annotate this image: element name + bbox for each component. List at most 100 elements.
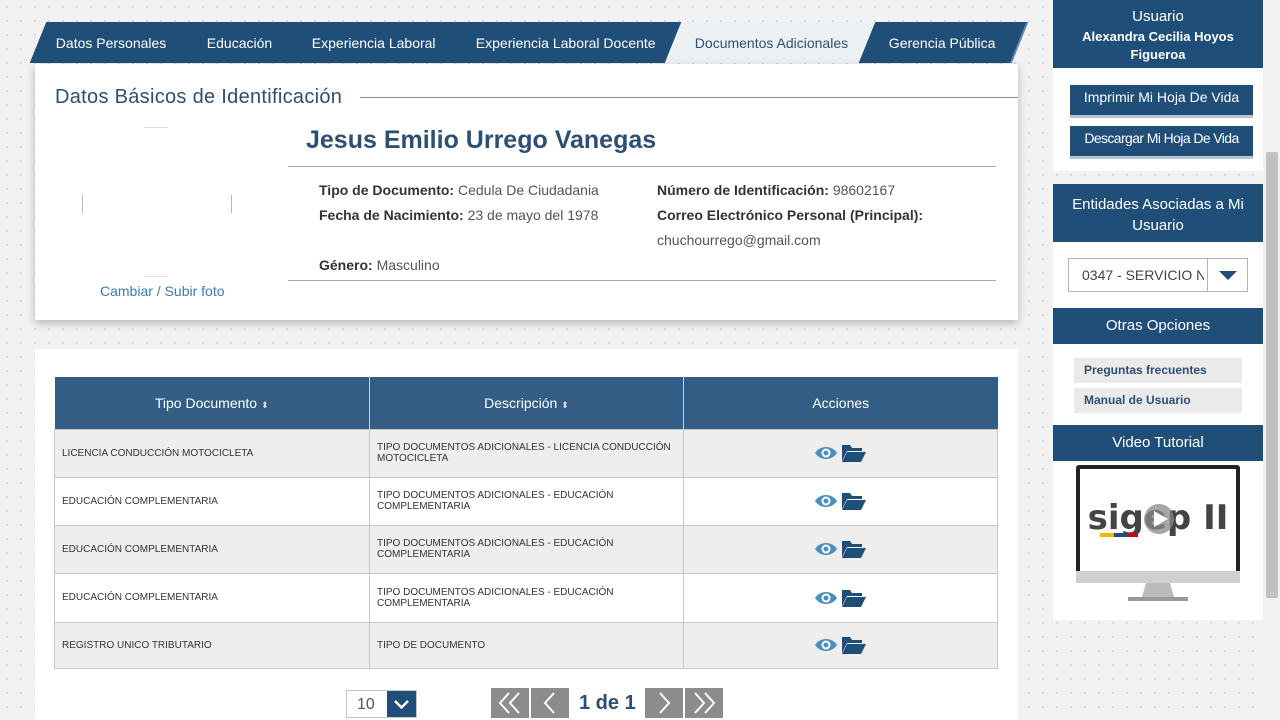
page-size-select[interactable]: 10 [346,690,417,718]
folder-open-icon[interactable] [841,635,867,655]
gender-field: Género: Masculino [319,257,440,273]
table-row: EDUCACIÓN COMPLEMENTARIA TIPO DOCUMENTOS… [54,476,998,526]
field-value: 98602167 [832,182,896,198]
page-scrollbar[interactable] [1264,0,1280,720]
divider [288,280,996,281]
birth-date-field: Fecha de Nacimiento: 23 de mayo del 1978 [319,207,598,223]
photo-edge [144,127,168,128]
eye-icon[interactable] [814,445,838,461]
entity-dropdown-button[interactable] [1207,259,1247,291]
folder-open-icon[interactable] [841,539,867,559]
tab-experiencia-laboral[interactable]: Experiencia Laboral [281,22,468,63]
field-label: Tipo de Documento: [319,182,455,198]
user-label: Usuario [1132,8,1184,25]
cell-descripcion: TIPO DOCUMENTOS ADICIONALES - EDUCACIÓN … [369,524,684,574]
page-info: 1 de 1 [579,692,636,714]
tab-label: Datos Personales [56,34,167,51]
profile-photo [82,127,232,277]
eye-icon[interactable] [814,637,838,653]
cell-actions [683,621,998,669]
prev-page-button[interactable] [531,688,569,718]
tab-datos-personales[interactable]: Datos Personales [29,22,199,63]
sidebar: Usuario Alexandra Cecilia Hoyos Figueroa… [1053,0,1263,720]
double-chevron-right-icon [694,692,716,714]
video-tutorial-header: Video Tutorial [1053,425,1263,461]
cell-descripcion: TIPO DOCUMENTOS ADICIONALES - EDUCACIÓN … [369,572,684,623]
monitor-illustration: sigep II [1076,465,1240,601]
field-label: Género: [319,257,373,273]
email-field-label: Correo Electrónico Personal (Principal): [657,207,923,223]
header-label: Acciones [812,394,870,411]
last-page-button[interactable] [685,688,723,718]
eye-icon[interactable] [814,541,838,557]
section-title: Datos Básicos de Identificación [55,86,349,109]
table-row: REGISTRO UNICO TRIBUTARIO TIPO DE DOCUME… [54,621,998,669]
chevron-down-icon [394,700,409,710]
cell-tipo: EDUCACIÓN COMPLEMENTARIA [54,572,370,623]
table-row: LICENCIA CONDUCCIÓN MOTOCICLETA TIPO DOC… [54,428,998,478]
user-name: Alexandra Cecilia Hoyos Figueroa [1082,29,1234,62]
entity-selected-value: 0347 - SERVICIO NACIONAL [1082,267,1204,283]
tab-documentos-adicionales[interactable]: Documentos Adicionales [665,22,882,63]
divider [288,166,996,167]
tab-label: Educación [206,34,272,51]
field-label: Fecha de Nacimiento: [319,207,464,223]
cell-descripcion: TIPO DE DOCUMENTO [369,621,684,669]
sort-icon[interactable]: ⬍ [561,400,569,410]
email-field-value: chuchourrego@gmail.com [657,232,821,248]
cell-descripcion: TIPO DOCUMENTOS ADICIONALES - EDUCACIÓN … [369,476,684,526]
first-page-button[interactable] [491,688,529,718]
tab-gerencia-publica[interactable]: Gerencia Pública [858,22,1028,63]
entity-select[interactable]: 0347 - SERVICIO NACIONAL [1068,258,1248,292]
tab-label: Experiencia Laboral Docente [475,34,656,51]
page-size-dropdown-button[interactable] [387,691,416,717]
download-cv-button[interactable]: Descargar Mi Hoja De Vida [1070,126,1253,159]
eye-icon[interactable] [814,493,838,509]
cell-actions [683,476,998,526]
cell-actions [683,524,998,574]
eye-icon[interactable] [814,590,838,606]
user-panel-header: Usuario Alexandra Cecilia Hoyos Figueroa [1053,0,1263,68]
next-page-button[interactable] [645,688,683,718]
page-size-value: 10 [357,696,375,713]
basic-info-card: Datos Básicos de Identificación Cambiar … [35,64,1018,320]
faq-link[interactable]: Preguntas frecuentes [1074,358,1242,383]
title-divider [360,97,1018,98]
table-row: EDUCACIÓN COMPLEMENTARIA TIPO DOCUMENTOS… [54,524,998,574]
chevron-right-icon [659,692,671,714]
folder-open-icon[interactable] [841,491,867,511]
field-value: Cedula De Ciudadania [457,182,599,198]
field-label: Número de Identificación: [657,182,829,198]
caret-down-icon [1219,271,1237,280]
folder-open-icon[interactable] [841,588,867,608]
field-label: Correo Electrónico Personal (Principal): [657,207,924,223]
cell-tipo: LICENCIA CONDUCCIÓN MOTOCICLETA [54,428,370,478]
tab-experiencia-laboral-docente[interactable]: Experiencia Laboral Docente [445,22,688,63]
photo-edge [144,276,168,277]
column-header-acciones: Acciones [683,377,998,429]
photo-edge [82,195,83,213]
doc-type-field: Tipo de Documento: Cedula De Ciudadania [319,182,599,198]
scrollbar-thumb[interactable] [1266,152,1278,598]
user-manual-link[interactable]: Manual de Usuario [1074,388,1242,413]
sort-icon[interactable]: ⬍ [261,400,269,410]
cell-tipo: REGISTRO UNICO TRIBUTARIO [54,621,370,669]
documents-card: Tipo Documento ⬍ Descripción ⬍ Acciones LI… [35,349,1018,720]
documents-table: Tipo Documento ⬍ Descripción ⬍ Acciones LI… [54,377,998,669]
double-chevron-left-icon [498,692,520,714]
tab-label: Gerencia Pública [888,34,996,51]
field-value: 23 de mayo del 1978 [467,207,599,223]
folder-open-icon[interactable] [841,443,867,463]
column-header-tipo[interactable]: Tipo Documento ⬍ [54,377,370,429]
video-tutorial-player[interactable]: sigep II [1076,465,1240,605]
cell-tipo: EDUCACIÓN COMPLEMENTARIA [54,524,370,574]
print-cv-button[interactable]: Imprimir Mi Hoja De Vida [1070,85,1253,118]
change-photo-link[interactable]: Cambiar / Subir foto [100,283,225,299]
other-options-header: Otras Opciones [1053,308,1263,344]
column-header-descripcion[interactable]: Descripción ⬍ [369,377,684,429]
header-label: Tipo Documento [154,394,258,411]
photo-edge [231,195,232,213]
tab-label: Experiencia Laboral [311,34,436,51]
table-row: EDUCACIÓN COMPLEMENTARIA TIPO DOCUMENTOS… [54,572,998,623]
person-name: Jesus Emilio Urrego Vanegas [306,126,657,154]
